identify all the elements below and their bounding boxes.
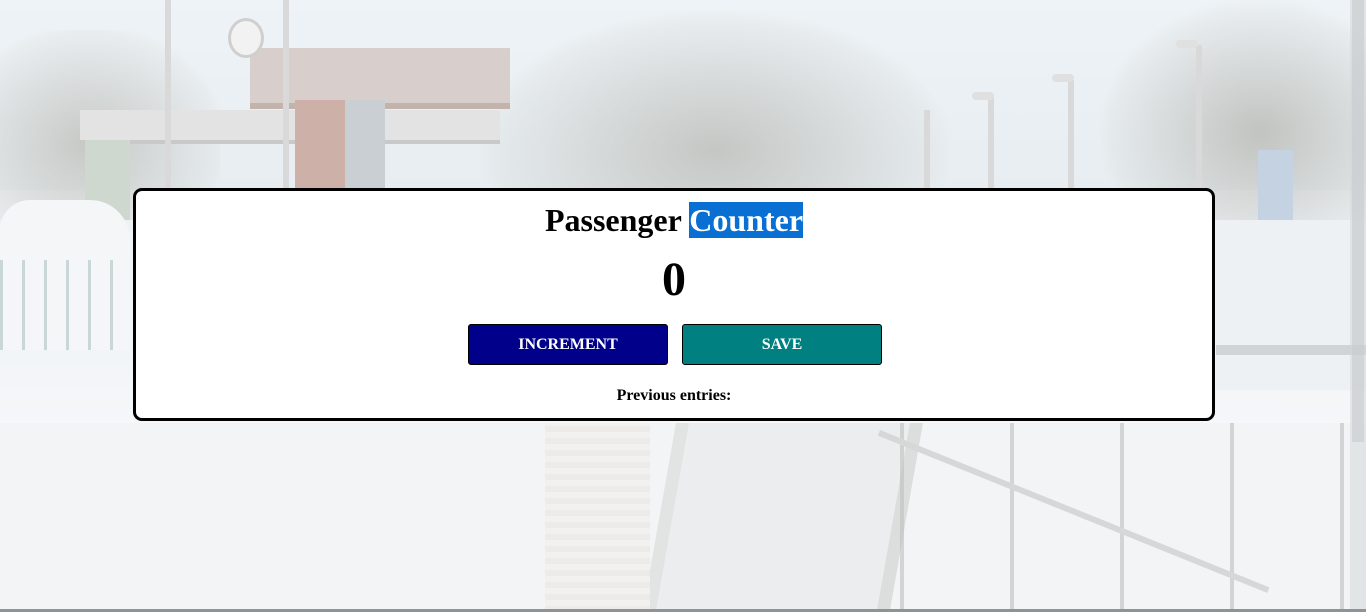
background-round-sign <box>228 18 264 58</box>
background-lamp <box>1176 40 1198 48</box>
page-title: Passenger Counter <box>136 201 1212 239</box>
count-display: 0 <box>662 253 686 306</box>
background-fence-left <box>0 260 130 350</box>
background-pole <box>283 0 289 190</box>
background-platform-edge <box>1216 345 1366 355</box>
background-lamp-post <box>1068 80 1074 190</box>
increment-button[interactable]: INCREMENT <box>468 324 668 365</box>
save-button[interactable]: SAVE <box>682 324 882 365</box>
scrollbar-thumb[interactable] <box>1352 0 1364 442</box>
background-lamp <box>972 92 994 100</box>
background-pole <box>165 0 171 190</box>
counter-card: Passenger Counter 0 INCREMENT SAVE Previ… <box>133 188 1215 421</box>
background-lamp-post <box>988 95 994 190</box>
background-paving <box>545 423 650 612</box>
title-word-passenger: Passenger <box>544 202 682 238</box>
background-lamp-post <box>1196 45 1202 190</box>
background-lamp-post <box>924 110 930 190</box>
title-word-counter-selected: Counter <box>689 202 804 238</box>
previous-entries-label: Previous entries: <box>616 387 732 404</box>
background-shelter-roof-lower <box>80 110 500 144</box>
background-fence-right <box>900 423 1366 612</box>
background-lamp <box>1052 74 1074 82</box>
background-trees-middle <box>480 10 950 210</box>
background-shelter-wall-grey <box>345 100 385 190</box>
background-shelter-wall <box>295 100 345 190</box>
background-platform <box>1216 220 1366 390</box>
background-trees-right <box>1100 0 1366 220</box>
